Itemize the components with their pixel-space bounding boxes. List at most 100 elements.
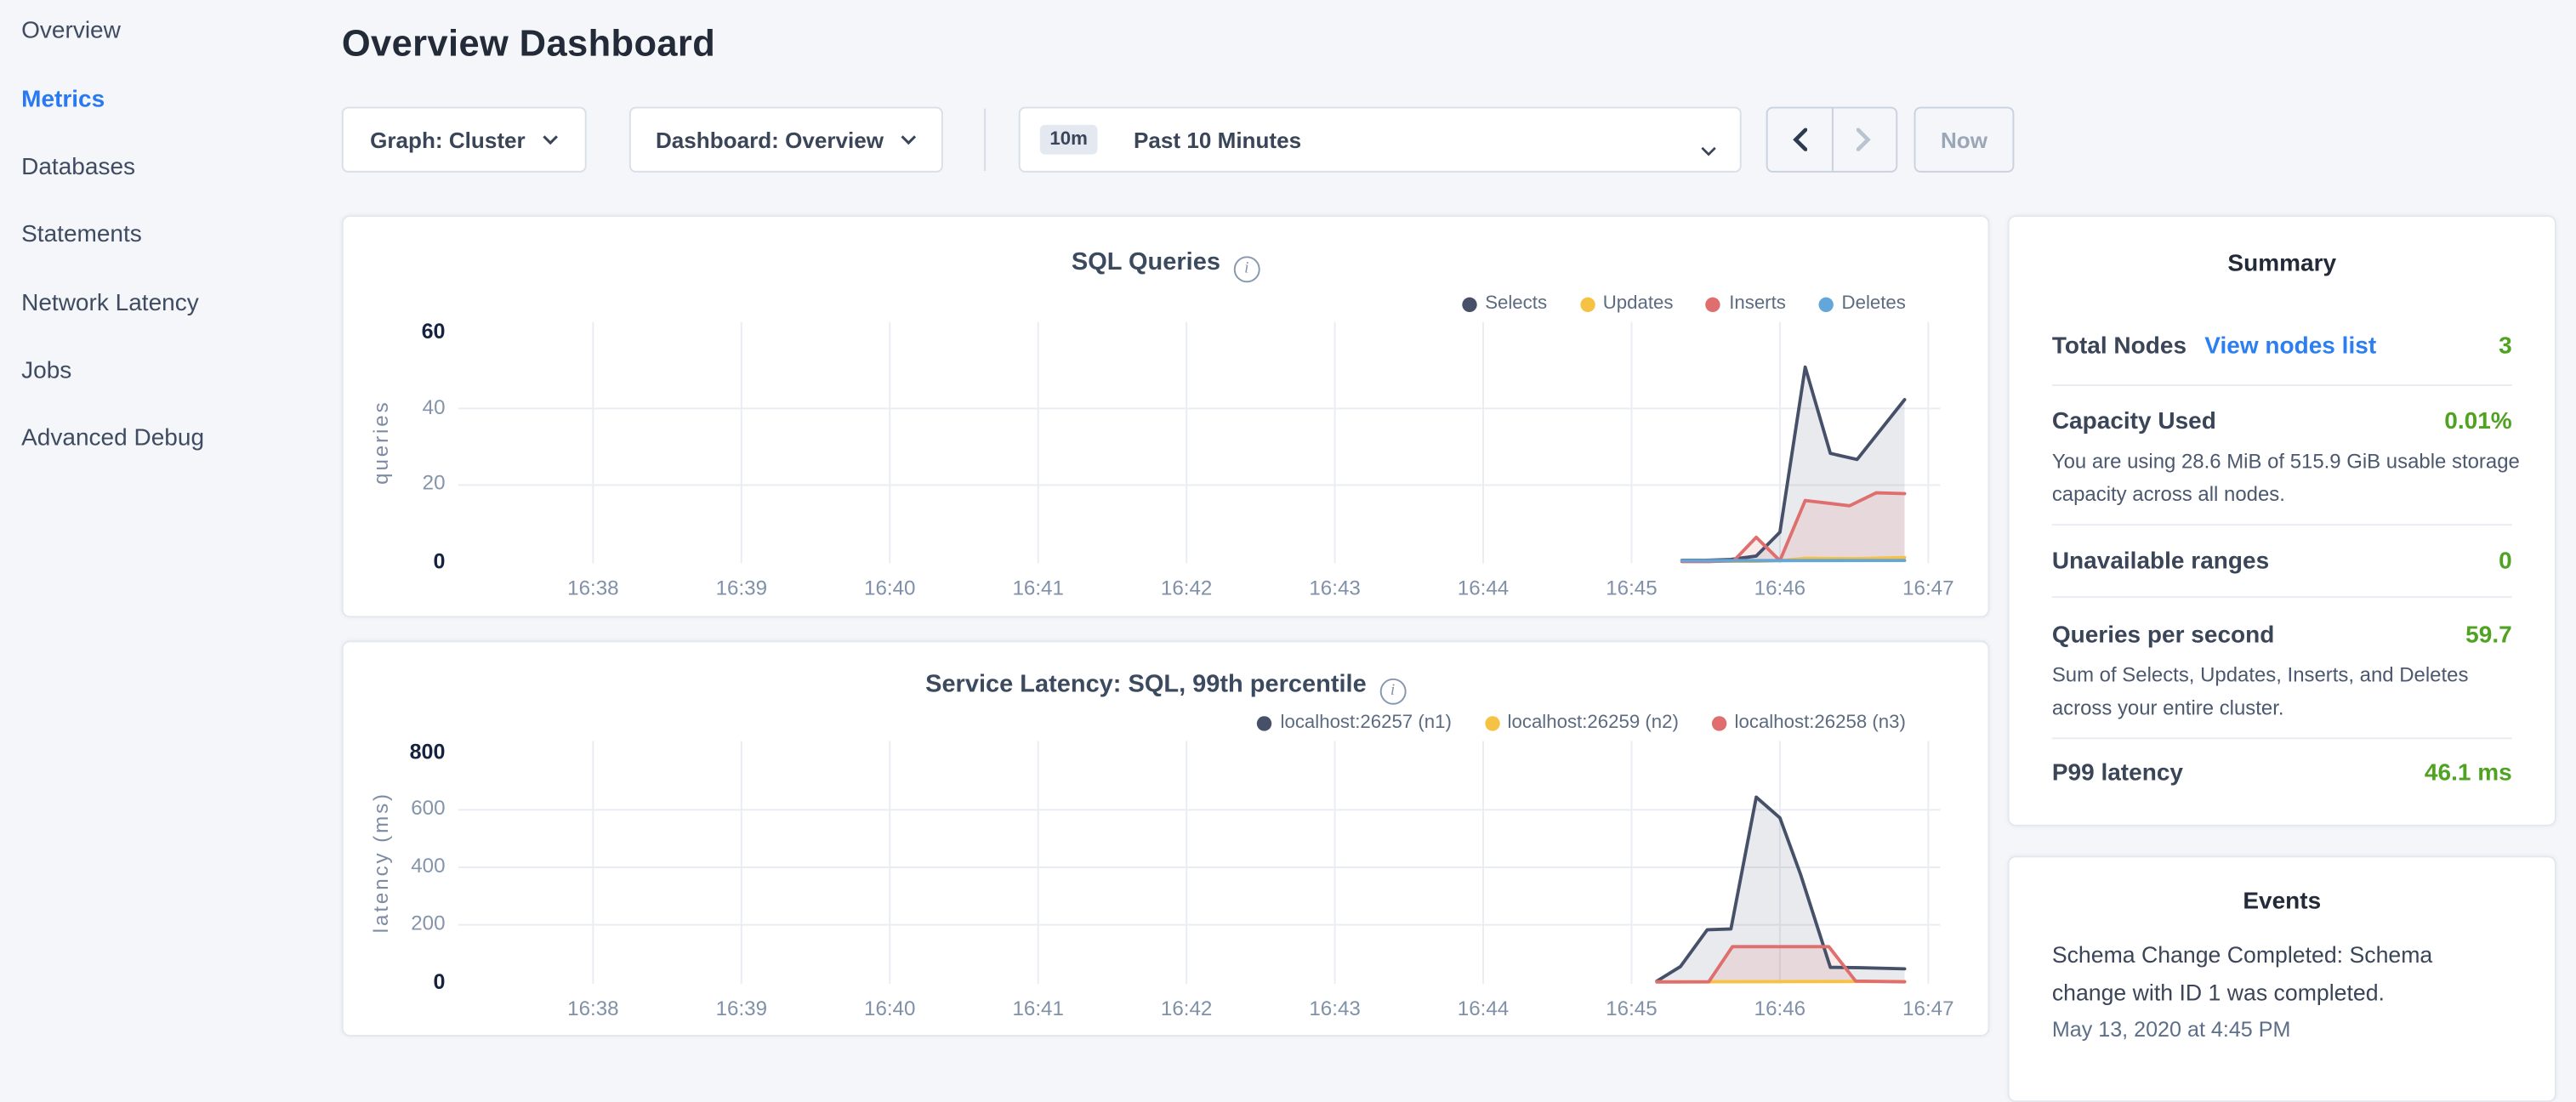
summary-row-capacity-used: Capacity Used 0.01% (2052, 409, 2512, 435)
summary-value: 59.7 (2465, 622, 2512, 649)
legend-label: localhost:26257 (n1) (1281, 713, 1452, 732)
summary-panel: Summary Total Nodes View nodes list 3 Ca… (2008, 215, 2556, 826)
x-tick-label: 16:47 (1879, 997, 1977, 1020)
x-tick-label: 16:46 (1731, 577, 1829, 599)
x-tick-label: 16:40 (840, 577, 939, 599)
events-panel: Events Schema Change Completed: Schema c… (2008, 855, 2556, 1102)
event-message[interactable]: Schema Change Completed: Schema change w… (2052, 936, 2470, 1014)
summary-row-total-nodes: Total Nodes View nodes list 3 (2052, 333, 2512, 360)
summary-value: 3 (2499, 333, 2512, 360)
summary-description: Sum of Selects, Updates, Inserts, and De… (2052, 659, 2525, 725)
legend-item[interactable]: localhost:26258 (n3) (1712, 713, 1906, 732)
y-tick-label: 0 (347, 969, 446, 994)
sidebar-item-network-latency[interactable]: Network Latency (21, 287, 199, 321)
dashboard-dropdown[interactable]: Dashboard: Overview (629, 107, 943, 173)
dashboard-dropdown-label: Dashboard: Overview (656, 128, 884, 152)
x-tick-label: 16:38 (543, 997, 642, 1020)
chevron-right-icon (1857, 128, 1871, 151)
summary-label: Queries per second (2052, 622, 2275, 649)
view-nodes-list-link[interactable]: View nodes list (2204, 333, 2376, 360)
chevron-down-icon (1700, 136, 1716, 161)
now-button[interactable]: Now (1914, 107, 2015, 173)
summary-row-queries-per-second: Queries per second 59.7 (2052, 622, 2512, 649)
sidebar-item-statements[interactable]: Statements (21, 219, 142, 252)
sidebar-item-databases[interactable]: Databases (21, 151, 135, 185)
y-tick-label: 400 (347, 855, 446, 878)
x-tick-label: 16:38 (543, 577, 642, 599)
legend-label: Deletes (1842, 294, 1906, 314)
x-tick-label: 16:39 (692, 577, 791, 599)
legend-dot-icon (1706, 297, 1720, 311)
y-axis-label: queries (370, 322, 393, 564)
legend-dot-icon (1485, 715, 1499, 730)
y-tick-label: 600 (347, 797, 446, 820)
sidebar-item-advanced-debug[interactable]: Advanced Debug (21, 422, 204, 455)
legend-label: localhost:26258 (n3) (1735, 713, 1906, 732)
x-tick-label: 16:44 (1434, 997, 1533, 1020)
summary-title: Summary (2010, 217, 2555, 277)
time-nav-group (1766, 107, 1898, 173)
x-tick-label: 16:41 (989, 997, 1088, 1020)
app-root: Overview Metrics Databases Statements Ne… (0, 0, 2576, 1051)
prev-time-button[interactable] (1768, 108, 1831, 170)
legend-label: Selects (1485, 294, 1547, 314)
chevron-left-icon (1792, 128, 1806, 151)
x-tick-label: 16:44 (1434, 577, 1533, 599)
x-tick-label: 16:47 (1879, 577, 1977, 599)
legend-label: Updates (1603, 294, 1674, 314)
legend-dot-icon (1462, 297, 1476, 311)
legend-item[interactable]: Selects (1462, 294, 1547, 314)
x-tick-label: 16:43 (1286, 997, 1385, 1020)
y-tick-label: 0 (347, 548, 446, 573)
chart-title-text: Service Latency: SQL, 99th percentile (925, 670, 1367, 698)
x-tick-label: 16:42 (1137, 577, 1236, 599)
divider (2052, 737, 2512, 739)
sidebar-item-overview[interactable]: Overview (21, 14, 121, 48)
legend-dot-icon (1580, 297, 1595, 311)
service-latency-card: Service Latency: SQL, 99th percentile i l… (342, 640, 1990, 1037)
x-tick-label: 16:39 (692, 997, 791, 1020)
graph-dropdown-label: Graph: Cluster (370, 128, 526, 152)
legend-label: Inserts (1729, 294, 1786, 314)
chart-legend: Selects Updates Inserts Deletes (1462, 294, 1906, 314)
chart-legend: localhost:26257 (n1) localhost:26259 (n2)… (1257, 713, 1905, 732)
chart-title: Service Latency: SQL, 99th percentile i (344, 642, 1988, 704)
x-tick-label: 16:45 (1583, 997, 1681, 1020)
y-tick-label: 20 (347, 472, 446, 495)
legend-item[interactable]: localhost:26257 (n1) (1257, 713, 1451, 732)
y-tick-label: 800 (347, 739, 446, 764)
summary-value: 0.01% (2444, 409, 2511, 435)
time-range-label: Past 10 Minutes (1134, 128, 1301, 152)
legend-item[interactable]: localhost:26259 (n2) (1485, 713, 1679, 732)
legend-item[interactable]: Inserts (1706, 294, 1786, 314)
info-icon[interactable]: i (1233, 256, 1260, 282)
y-tick-label: 40 (347, 395, 446, 418)
summary-value: 46.1 ms (2425, 760, 2512, 787)
y-tick-label: 200 (347, 912, 446, 934)
events-title: Events (2010, 857, 2555, 915)
summary-value: 0 (2499, 548, 2512, 575)
legend-item[interactable]: Deletes (1819, 294, 1906, 314)
sql-queries-card: SQL Queriesi SelectsUpdatesInsertsDelete… (342, 215, 1990, 617)
next-time-button[interactable] (1831, 108, 1896, 170)
summary-description: You are using 28.6 MiB of 515.9 GiB usab… (2052, 446, 2525, 512)
service-latency-plot[interactable] (458, 741, 1940, 984)
divider (2052, 384, 2512, 386)
legend-label: localhost:26259 (n2) (1508, 713, 1679, 732)
summary-label: P99 latency (2052, 760, 2183, 787)
event-timestamp: May 13, 2020 at 4:45 PM (2052, 1017, 2291, 1042)
sidebar-item-metrics[interactable]: Metrics (21, 84, 105, 117)
graph-dropdown[interactable]: Graph: Cluster (342, 107, 587, 173)
legend-dot-icon (1712, 715, 1726, 730)
y-tick-label: 60 (347, 319, 446, 344)
sidebar-item-jobs[interactable]: Jobs (21, 355, 71, 388)
summary-label: Total Nodes (2052, 333, 2186, 360)
time-range-dropdown[interactable]: 10m Past 10 Minutes (1019, 107, 1742, 173)
toolbar-divider (984, 108, 986, 170)
sql-queries-plot[interactable] (458, 322, 1940, 564)
legend-item[interactable]: Updates (1580, 294, 1674, 314)
legend-dot-icon (1257, 715, 1271, 730)
info-icon[interactable]: i (1379, 679, 1406, 705)
divider (2052, 596, 2512, 598)
x-tick-label: 16:42 (1137, 997, 1236, 1020)
